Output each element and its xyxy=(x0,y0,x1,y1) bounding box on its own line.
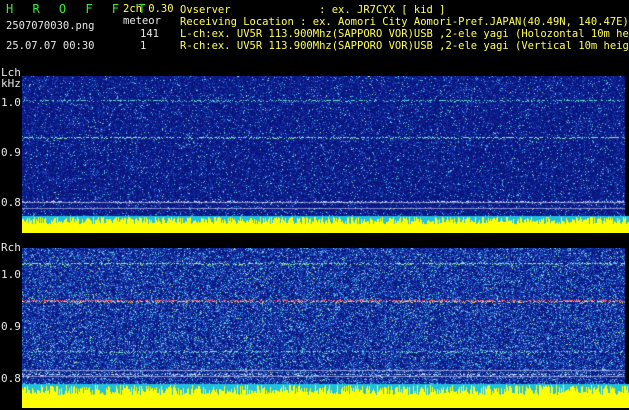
lch-y-tick-3: 0.8 xyxy=(1,196,21,209)
meteor-label: meteor xyxy=(123,15,161,27)
rch-info-line: R-ch:ex. UV5R 113.900Mhz(SAPPORO VOR)USB… xyxy=(180,40,629,52)
mode-label: 2ch 0.30 xyxy=(123,3,174,15)
lch-y-tick-2: 0.9 xyxy=(1,146,21,159)
lch-y-tick-1: 1.0 xyxy=(1,96,21,109)
lch-waterfall[interactable] xyxy=(22,76,629,233)
observer-line: Ovserver : ex. JR7CYX [ kid ] xyxy=(180,4,446,16)
file-name: 2507070030.png xyxy=(6,20,95,32)
location-line: Receiving Location : ex. Aomori City Aom… xyxy=(180,16,629,28)
meteor-rch-count: 1 xyxy=(140,40,147,52)
rch-waterfall[interactable] xyxy=(22,248,629,408)
rch-y-tick-1: 1.0 xyxy=(1,268,21,281)
rch-y-tick-2: 0.9 xyxy=(1,320,21,333)
rch-label: Rch xyxy=(1,241,21,254)
rch-y-tick-3: 0.8 xyxy=(1,372,21,385)
meteor-lch-count: 141 xyxy=(140,28,159,40)
date-time: 25.07.07 00:30 xyxy=(6,40,95,52)
lch-unit-label: kHz xyxy=(1,77,21,90)
lch-info-line: L-ch:ex. UV5R 113.900Mhz(SAPPORO VOR)USB… xyxy=(180,28,629,40)
